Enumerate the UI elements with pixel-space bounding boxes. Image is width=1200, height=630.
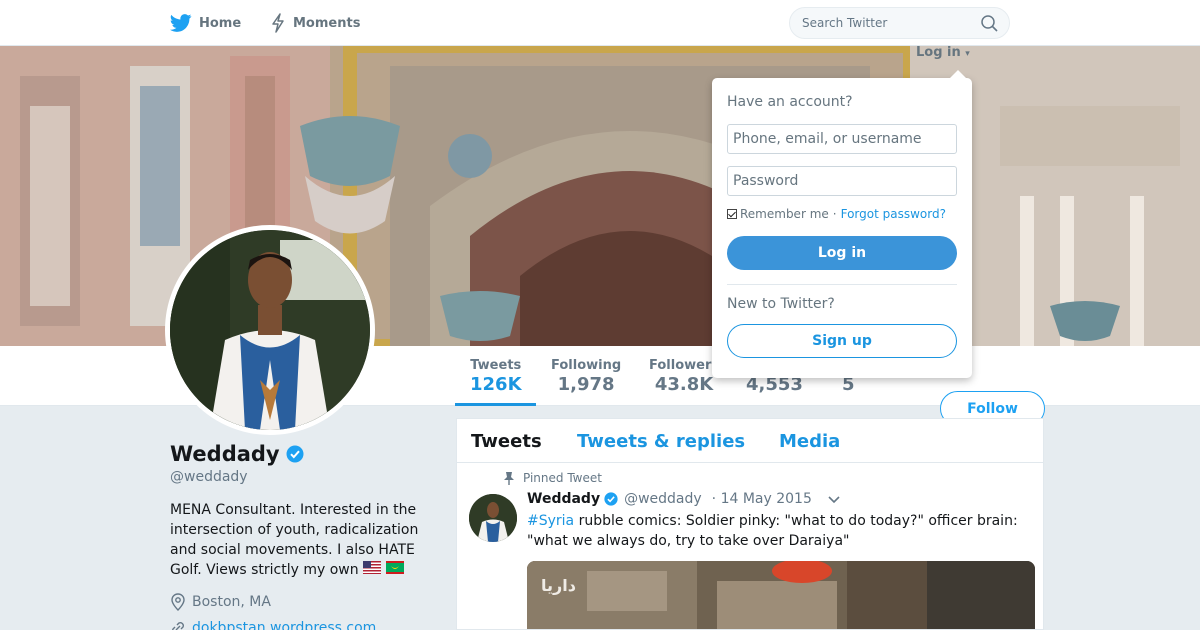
stat-tweets-label: Tweets xyxy=(470,358,522,373)
signup-button[interactable]: Sign up xyxy=(727,324,957,358)
tweet-body: rubble comics: Soldier pinky: "what to d… xyxy=(527,513,1018,549)
lightning-bolt-icon xyxy=(272,13,284,33)
profile-location-text: Boston, MA xyxy=(192,594,271,610)
nav-home-label: Home xyxy=(199,15,242,31)
link-icon xyxy=(172,622,184,630)
login-button[interactable]: Log in xyxy=(727,236,957,270)
dropdown-divider xyxy=(727,284,957,285)
stat-followers-label: Followers xyxy=(649,358,720,373)
profile-name-text: Weddady xyxy=(170,442,280,466)
stat-tweets-value: 126K xyxy=(470,374,522,395)
new-to-twitter-label: New to Twitter? xyxy=(727,296,835,312)
dropdown-caret xyxy=(950,70,966,78)
active-stat-underline xyxy=(455,403,536,406)
flag-emojis xyxy=(363,560,404,580)
login-dropdown-toggle[interactable]: Log in ▾ xyxy=(916,45,970,60)
login-link-label: Log in xyxy=(916,45,961,60)
stat-following[interactable]: Following 1,978 xyxy=(551,358,621,395)
stat-following-value: 1,978 xyxy=(557,374,615,395)
top-navigation-bar: Home Moments Search Twitter xyxy=(0,0,1200,46)
username-placeholder: Phone, email, or username xyxy=(733,131,922,147)
profile-name: Weddady xyxy=(170,442,304,466)
stat-following-label: Following xyxy=(551,358,622,373)
avatar-photo xyxy=(170,230,370,430)
tab-tweets-replies[interactable]: Tweets & replies xyxy=(577,431,745,452)
profile-location: Boston, MA xyxy=(170,593,271,611)
nav-moments[interactable]: Moments xyxy=(270,0,360,46)
tab-media[interactable]: Media xyxy=(779,431,840,452)
stat-followers-value: 43.8K xyxy=(654,374,714,395)
verified-badge-icon xyxy=(286,445,304,463)
timeline-tabs: Tweets Tweets & replies Media xyxy=(457,419,1043,463)
pin-icon xyxy=(504,472,514,485)
remember-me-checkbox[interactable] xyxy=(727,209,737,219)
search-input[interactable]: Search Twitter xyxy=(789,7,1010,39)
twitter-bird-icon xyxy=(170,14,192,32)
tweet-date[interactable]: · 14 May 2015 xyxy=(712,491,812,507)
mauritania-flag-icon xyxy=(385,561,404,574)
tweet-author-name[interactable]: Weddady xyxy=(527,491,600,507)
tweet-author-handle[interactable]: @weddady xyxy=(624,491,702,507)
remember-me-row: Remember me · Forgot password? xyxy=(727,207,946,221)
profile-handle[interactable]: @weddady xyxy=(170,469,248,485)
tweet-hashtag[interactable]: #Syria xyxy=(527,513,574,529)
caret-down-icon: ▾ xyxy=(965,49,970,59)
search-icon[interactable] xyxy=(981,15,998,32)
chevron-down-icon[interactable] xyxy=(827,495,841,505)
profile-bio: MENA Consultant. Interested in the inter… xyxy=(170,500,430,580)
pinned-tweet-label: Pinned Tweet xyxy=(503,471,602,485)
timeline: Tweets Tweets & replies Media Pinned Twe… xyxy=(456,418,1044,630)
location-pin-icon xyxy=(171,593,185,611)
us-flag-icon xyxy=(363,561,382,574)
profile-url[interactable]: dokbpstan.wordpress.com xyxy=(170,620,376,630)
tweet-author-avatar[interactable] xyxy=(469,494,517,542)
tweet-text: #Syria rubble comics: Soldier pinky: "wh… xyxy=(527,511,1037,551)
rubble-photo: داريا xyxy=(527,561,1035,629)
password-input[interactable]: Password xyxy=(727,166,957,196)
media-overlay-text: داريا xyxy=(541,576,576,595)
stat-followers[interactable]: Followers 43.8K xyxy=(649,358,719,395)
forgot-password-link[interactable]: Forgot password? xyxy=(841,207,946,221)
tweet-avatar-photo xyxy=(469,494,517,542)
nav-home[interactable]: Home xyxy=(170,0,241,46)
username-input[interactable]: Phone, email, or username xyxy=(727,124,957,154)
tab-tweets[interactable]: Tweets xyxy=(471,431,542,452)
nav-moments-label: Moments xyxy=(293,15,361,31)
remember-me-label[interactable]: Remember me xyxy=(740,207,829,221)
separator-dot: · xyxy=(832,207,837,221)
stat-tweets[interactable]: Tweets 126K xyxy=(470,358,522,395)
pinned-tweet-text: Pinned Tweet xyxy=(523,471,602,485)
login-dropdown: Have an account? Phone, email, or userna… xyxy=(712,70,972,378)
search-placeholder: Search Twitter xyxy=(802,16,888,30)
have-account-label: Have an account? xyxy=(727,94,853,110)
tweet-media-image[interactable]: داريا xyxy=(527,561,1035,629)
tweet-header: Weddady @weddady · 14 May 2015 xyxy=(527,491,812,507)
profile-avatar[interactable] xyxy=(165,225,375,435)
profile-url-text[interactable]: dokbpstan.wordpress.com xyxy=(192,620,376,630)
password-placeholder: Password xyxy=(733,173,799,189)
tweet-verified-badge-icon xyxy=(604,492,618,506)
